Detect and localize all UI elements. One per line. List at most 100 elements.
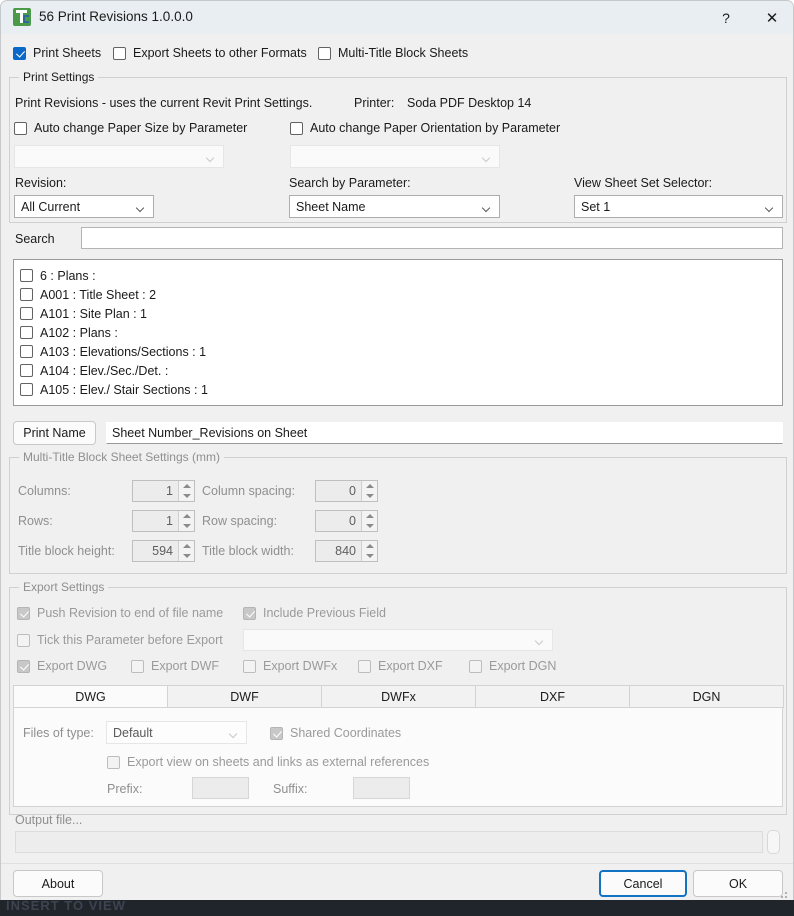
title-block-height-stepper-buttons[interactable] [178,541,194,561]
export-dgn-checkbox-box[interactable] [469,659,482,673]
columns-stepper[interactable]: 1 [132,480,195,502]
stepper-up-icon[interactable] [362,511,377,521]
checkbox-export-sheets-other-formats[interactable]: Export Sheets to other Formats [113,46,307,60]
print-revisions-dialog: 56 Print Revisions 1.0.0.0 ? ✕ Print She… [0,0,794,908]
checkbox-export-dgn[interactable]: Export DGN [469,659,556,673]
title-block-width-stepper[interactable]: 840 [315,540,378,562]
checkbox-include-previous-field[interactable]: Include Previous Field [243,606,386,620]
multi-title-block-checkbox-box[interactable] [318,46,331,60]
help-icon[interactable]: ? [703,1,749,34]
list-item[interactable]: A104 : Elev./Sec./Det. : [20,361,782,380]
checkbox-push-revision[interactable]: Push Revision to end of file name [17,606,223,620]
about-button[interactable]: About [13,870,103,897]
export-dwf-checkbox-box[interactable] [131,659,144,673]
sheet-checkbox[interactable] [20,269,33,282]
sheet-checkbox[interactable] [20,307,33,320]
title-block-height-stepper[interactable]: 594 [132,540,195,562]
cancel-button[interactable]: Cancel [599,870,687,897]
title-block-width-value: 840 [335,544,356,558]
stepper-up-icon[interactable] [362,481,377,491]
stepper-down-icon[interactable] [362,521,377,531]
checkbox-export-dxf[interactable]: Export DXF [358,659,443,673]
checkbox-auto-paper-size[interactable]: Auto change Paper Size by Parameter [14,121,247,135]
tick-parameter-checkbox-box[interactable] [17,633,30,647]
column-spacing-stepper[interactable]: 0 [315,480,378,502]
include-previous-field-checkbox-box[interactable] [243,606,256,620]
export-dxf-checkbox-box[interactable] [358,659,371,673]
prefix-input[interactable] [192,777,249,799]
export-parameter-combo[interactable] [243,629,553,651]
paper-orientation-combo[interactable] [290,145,500,168]
checkbox-shared-coordinates[interactable]: Shared Coordinates [270,726,401,740]
stepper-up-icon[interactable] [179,541,194,551]
list-item[interactable]: A105 : Elev./ Stair Sections : 1 [20,380,782,399]
checkbox-export-views-external-refs[interactable]: Export view on sheets and links as exter… [107,755,429,769]
stepper-up-icon[interactable] [179,481,194,491]
sheet-checkbox[interactable] [20,288,33,301]
stepper-down-icon[interactable] [179,551,194,561]
stepper-down-icon[interactable] [362,551,377,561]
checkbox-auto-paper-orientation[interactable]: Auto change Paper Orientation by Paramet… [290,121,560,135]
row-spacing-stepper-buttons[interactable] [361,511,377,531]
search-by-parameter-combo[interactable]: Sheet Name [289,195,500,218]
checkbox-export-dwfx[interactable]: Export DWFx [243,659,337,673]
stepper-up-icon[interactable] [179,511,194,521]
paper-size-combo[interactable] [14,145,224,168]
list-item[interactable]: A101 : Site Plan : 1 [20,304,782,323]
tab-dwg[interactable]: DWG [13,685,168,708]
export-dwfx-checkbox-box[interactable] [243,659,256,673]
sheet-checkbox[interactable] [20,326,33,339]
sheet-list[interactable]: 6 : Plans : A001 : Title Sheet : 2 A101 … [13,259,783,406]
rows-stepper[interactable]: 1 [132,510,195,532]
list-item[interactable]: A102 : Plans : [20,323,782,342]
checkbox-export-dwg[interactable]: Export DWG [17,659,107,673]
sheet-checkbox[interactable] [20,364,33,377]
tab-dgn[interactable]: DGN [629,685,784,708]
auto-paper-size-checkbox-box[interactable] [14,121,27,135]
checkbox-print-sheets[interactable]: Print Sheets [13,46,101,60]
sheet-checkbox[interactable] [20,383,33,396]
sheet-label: A102 : Plans : [40,325,118,340]
tab-dwf[interactable]: DWF [167,685,322,708]
export-format-tabs: DWG DWF DWFx DXF DGN [13,685,784,708]
columns-stepper-buttons[interactable] [178,481,194,501]
export-views-checkbox-box[interactable] [107,755,120,769]
stepper-down-icon[interactable] [179,521,194,531]
tab-dwfx[interactable]: DWFx [321,685,476,708]
stepper-down-icon[interactable] [179,491,194,501]
auto-paper-orientation-checkbox-box[interactable] [290,121,303,135]
push-revision-checkbox-box[interactable] [17,606,30,620]
ok-button[interactable]: OK [693,870,783,897]
list-item[interactable]: A103 : Elevations/Sections : 1 [20,342,782,361]
print-name-button[interactable]: Print Name [13,421,96,445]
files-of-type-combo[interactable]: Default [106,721,247,744]
list-item[interactable]: A001 : Title Sheet : 2 [20,285,782,304]
print-sheets-checkbox-box[interactable] [13,46,26,60]
tab-dxf[interactable]: DXF [475,685,630,708]
export-sheets-checkbox-box[interactable] [113,46,126,60]
output-file-input[interactable] [15,831,763,853]
row-spacing-stepper[interactable]: 0 [315,510,378,532]
suffix-input[interactable] [353,777,410,799]
checkbox-multi-title-block-sheets[interactable]: Multi-Title Block Sheets [318,46,468,60]
close-icon[interactable]: ✕ [749,1,793,34]
title-block-width-stepper-buttons[interactable] [361,541,377,561]
view-sheet-set-selector-combo[interactable]: Set 1 [574,195,783,218]
output-file-browse-button[interactable] [767,830,780,854]
column-spacing-stepper-buttons[interactable] [361,481,377,501]
stepper-down-icon[interactable] [362,491,377,501]
shared-coordinates-checkbox-box[interactable] [270,726,283,740]
rows-stepper-buttons[interactable] [178,511,194,531]
search-input[interactable] [81,227,783,249]
revision-combo-value: All Current [21,199,81,214]
export-dwg-checkbox-box[interactable] [17,659,30,673]
sheet-checkbox[interactable] [20,345,33,358]
print-name-input[interactable]: Sheet Number_Revisions on Sheet [106,422,783,444]
revision-combo[interactable]: All Current [14,195,154,218]
checkbox-export-dwf[interactable]: Export DWF [131,659,219,673]
checkbox-tick-parameter-before-export[interactable]: Tick this Parameter before Export [17,633,223,647]
prefix-label: Prefix: [107,782,143,796]
list-item[interactable]: 6 : Plans : [20,266,782,285]
title-bar: 56 Print Revisions 1.0.0.0 ? ✕ [1,1,793,34]
stepper-up-icon[interactable] [362,541,377,551]
